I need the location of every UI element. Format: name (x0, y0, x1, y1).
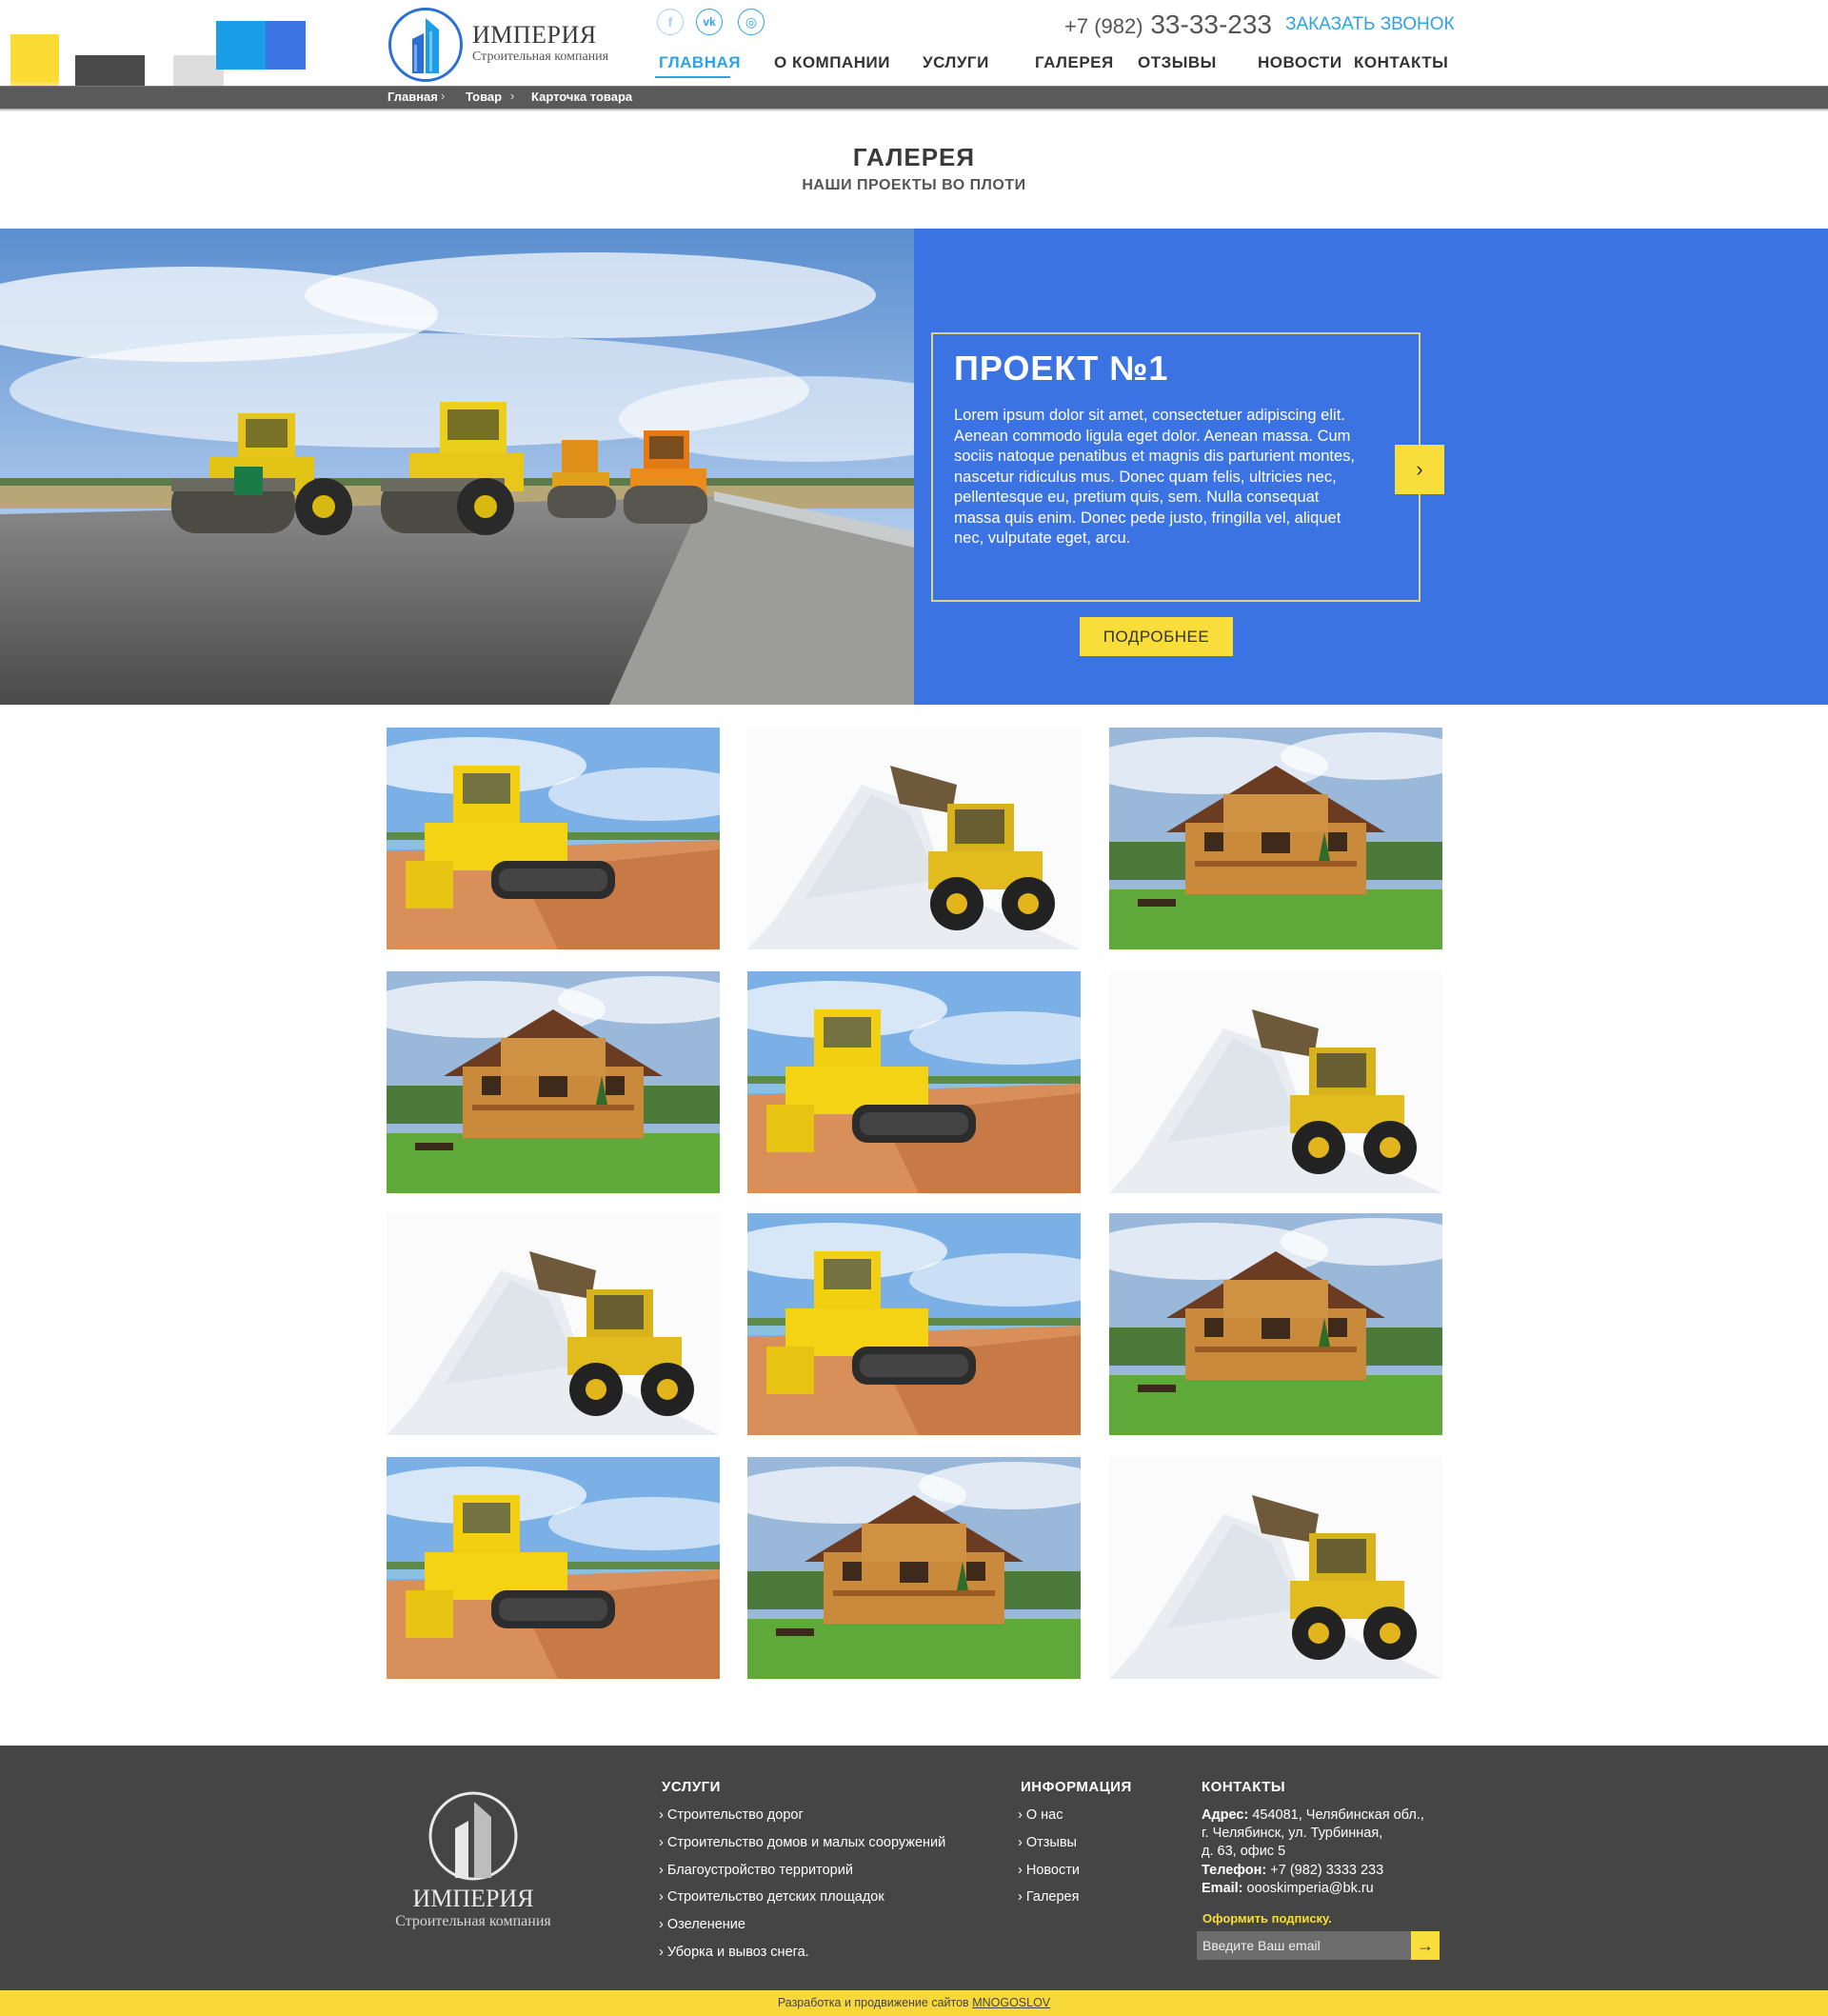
footer-service-label: Строительство детских площадок (666, 1889, 884, 1905)
footer-info-label: О нас (1025, 1807, 1063, 1823)
gallery-thumb-bulldozer[interactable] (387, 1457, 720, 1679)
nav-item-contacts[interactable]: КОНТАКТЫ (1354, 53, 1448, 72)
more-button[interactable]: ПОДРОБНЕЕ (1080, 617, 1233, 656)
bottom-bar: Разработка и продвижение сайтов MNOGOSLO… (0, 1990, 1828, 2016)
color-swatch-sky-blue (216, 21, 266, 70)
chevron-right-icon: › (1416, 457, 1423, 481)
logo-building-icon (388, 8, 463, 82)
footer-info-link[interactable]: › Отзывы (1018, 1835, 1077, 1850)
nav-item-news[interactable]: НОВОСТИ (1258, 53, 1342, 72)
developer-text: Разработка и продвижение сайтов (777, 1996, 969, 2009)
footer-service-link[interactable]: › Благоустройство территорий (659, 1863, 853, 1878)
vk-icon[interactable]: vk (696, 9, 723, 35)
breadcrumb-product[interactable]: Товар (466, 90, 502, 104)
gallery-thumb-snow-loader[interactable] (387, 1213, 720, 1435)
footer-info-title: ИНФОРМАЦИЯ (1021, 1779, 1132, 1795)
gallery-thumb-snow-loader[interactable] (1109, 971, 1442, 1193)
nav-active-indicator (655, 76, 730, 78)
instagram-icon[interactable]: ◎ (738, 9, 765, 35)
breadcrumb-separator-icon: › (441, 89, 446, 103)
developer-link[interactable]: MNOGOSLOV (972, 1996, 1050, 2009)
logo-title: ИМПЕРИЯ (472, 21, 597, 49)
footer-info-link[interactable]: › О нас (1018, 1807, 1063, 1823)
footer-service-link[interactable]: › Уборка и вывоз снега. (659, 1945, 809, 1960)
project-title: ПРОЕКТ №1 (954, 349, 1169, 388)
footer-service-link[interactable]: › Строительство домов и малых сооружений (659, 1835, 945, 1850)
gallery-thumb-wooden-house[interactable] (747, 1457, 1081, 1679)
gallery-thumb-bulldozer[interactable] (387, 728, 720, 949)
footer-info-link[interactable]: › Галерея (1018, 1889, 1079, 1905)
footer-service-label: Строительство домов и малых сооружений (666, 1835, 946, 1850)
nav-item-reviews[interactable]: ОТЗЫВЫ (1138, 53, 1217, 72)
footer-info-link[interactable]: › Новости (1018, 1863, 1080, 1878)
footer-phone-value[interactable]: +7 (982) 3333 233 (1270, 1863, 1383, 1878)
gallery-thumb-wooden-house[interactable] (1109, 728, 1442, 949)
nav-item-gallery[interactable]: ГАЛЕРЕЯ (1035, 53, 1114, 72)
footer-service-label: Уборка и вывоз снега. (666, 1945, 809, 1960)
footer-services-title: УСЛУГИ (662, 1779, 721, 1795)
footer-address: Адрес: 454081, Челябинская обл., (1202, 1807, 1424, 1823)
project-description: Lorem ipsum dolor sit amet, consectetuer… (954, 407, 1355, 547)
footer-info-label: Галерея (1025, 1889, 1080, 1905)
nav-item-services[interactable]: УСЛУГИ (923, 53, 989, 72)
footer-email: Email: oooskimperia@bk.ru (1202, 1881, 1374, 1896)
breadcrumb-home[interactable]: Главная (387, 90, 438, 104)
footer-contacts-title: КОНТАКТЫ (1202, 1779, 1286, 1795)
gallery-thumb-bulldozer[interactable] (747, 1213, 1081, 1435)
footer-address-line3: д. 63, офис 5 (1202, 1844, 1286, 1859)
footer-address-line2: г. Челябинск, ул. Турбинная, (1202, 1826, 1383, 1841)
phone-prefix: +7 (982) (1064, 14, 1143, 38)
breadcrumb-current: Карточка товара (531, 90, 633, 104)
subscribe-label: Оформить подписку. (1202, 1911, 1332, 1926)
facebook-icon[interactable]: f (657, 9, 684, 35)
callback-link[interactable]: ЗАКАЗАТЬ ЗВОНОК (1285, 14, 1455, 35)
breadcrumb-separator-icon: › (510, 89, 515, 103)
site-logo[interactable]: ИМПЕРИЯ Строительная компания (388, 8, 626, 84)
arrow-right-icon: → (1417, 1935, 1434, 1955)
gallery-thumb-snow-loader[interactable] (1109, 1457, 1442, 1679)
footer-logo-title: ИМПЕРИЯ (412, 1885, 533, 1912)
gallery-thumb-bulldozer[interactable] (747, 971, 1081, 1193)
gallery-thumb-wooden-house[interactable] (387, 971, 720, 1193)
address-label: Адрес: (1202, 1807, 1249, 1823)
footer-service-label: Благоустройство территорий (666, 1863, 853, 1878)
nav-item-home[interactable]: ГЛАВНАЯ (659, 53, 741, 72)
footer-info-label: Отзывы (1025, 1835, 1077, 1850)
header-phone[interactable]: +7 (982) 33-33-233 (1064, 10, 1272, 40)
phone-number: 33-33-233 (1150, 10, 1272, 39)
breadcrumb-shadow (0, 109, 1828, 111)
footer-info-label: Новости (1025, 1863, 1080, 1878)
footer-logo-subtitle: Строительная компания (395, 1913, 551, 1929)
page-subtitle: НАШИ ПРОЕКТЫ ВО ПЛОТИ (802, 177, 1026, 193)
subscribe-email-input[interactable] (1197, 1931, 1411, 1960)
color-swatch-royal-blue (266, 21, 306, 70)
subscribe-submit-button[interactable]: → (1411, 1931, 1440, 1960)
footer-service-link[interactable]: › Строительство дорог (659, 1807, 804, 1823)
email-label: Email: (1202, 1881, 1243, 1896)
footer-email-value[interactable]: oooskimperia@bk.ru (1247, 1881, 1374, 1896)
footer-phone: Телефон: +7 (982) 3333 233 (1202, 1863, 1383, 1878)
hero-image-road-rollers (0, 229, 914, 705)
next-slide-button[interactable]: › (1395, 445, 1444, 494)
breadcrumb-bar (0, 86, 1828, 109)
footer-service-label: Озеленение (666, 1917, 745, 1932)
nav-item-about[interactable]: О КОМПАНИИ (774, 53, 890, 72)
gallery-thumb-wooden-house[interactable] (1109, 1213, 1442, 1435)
footer-logo[interactable]: ИМПЕРИЯ Строительная компания (381, 1790, 566, 1933)
footer-service-link[interactable]: › Строительство детских площадок (659, 1889, 884, 1905)
gallery-thumb-snow-loader[interactable] (747, 728, 1081, 949)
phone-label: Телефон: (1202, 1863, 1267, 1878)
page-title: ГАЛЕРЕЯ (852, 143, 976, 171)
footer-service-label: Строительство дорог (666, 1807, 804, 1823)
logo-subtitle: Строительная компания (472, 50, 609, 64)
footer-service-link[interactable]: › Озеленение (659, 1917, 745, 1932)
footer (0, 1746, 1828, 1990)
address-line1: 454081, Челябинская обл., (1252, 1807, 1424, 1823)
